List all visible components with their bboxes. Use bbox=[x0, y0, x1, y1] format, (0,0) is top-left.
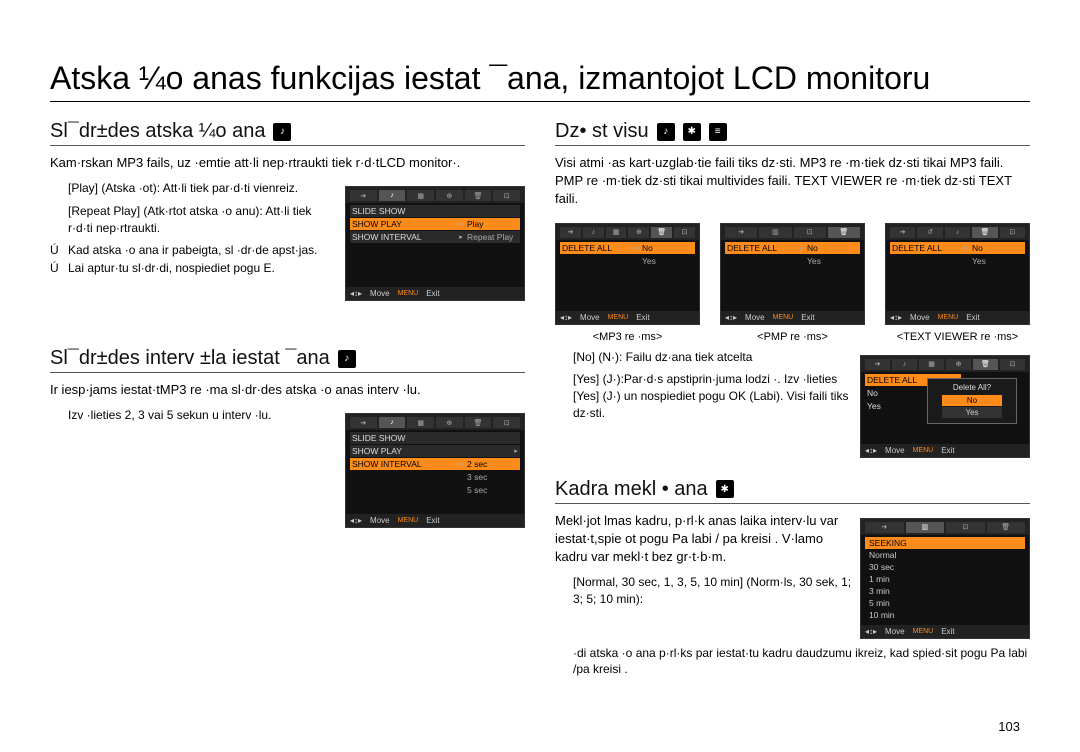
music-icon: ♪ bbox=[657, 123, 675, 141]
tab-icon: ⊡ bbox=[493, 417, 520, 428]
section-title: Sl¯dr±des atska ¼o ana bbox=[50, 120, 265, 143]
lcd-slideshow-play: ➔ ♪ ▦ ⊕ 🗑 ⊡ SLIDE SHOW SHOW PLAY▸Play SH… bbox=[345, 186, 525, 301]
section-slideshow-playback: Sl¯dr±des atska ¼o ana ♪ bbox=[50, 120, 525, 146]
seek-row: 10 min bbox=[865, 609, 1025, 621]
caption-pmp: <PMP re ·ms> bbox=[720, 331, 865, 343]
seek-row: 1 min bbox=[865, 573, 1025, 585]
option-seek-desc: ·di atska ·o ana p·rl·ks par iestat·tu k… bbox=[573, 645, 1030, 679]
option-yes: [Yes] (J·):Par·d·s apstiprin·juma lodzi … bbox=[573, 371, 852, 421]
body-text: Ir iesp·jams iestat·tMP3 re ·ma sl·dr·de… bbox=[50, 381, 525, 399]
right-column: Dz• st visu ♪ ✱ ≡ Visi atmi ·as kart·uzg… bbox=[555, 120, 1030, 684]
lcd-delete-confirm: ➔ ♪ ▦ ⊕ 🗑 ⊡ DELETE ALL No Yes Delete All… bbox=[860, 355, 1030, 458]
lcd-delete-pmp: ➔ ▥ ⊡ 🗑 DELETE ALL▸No Yes ◂↕▸Move MENUEx… bbox=[720, 223, 865, 325]
popup-no-button[interactable]: No bbox=[942, 395, 1002, 406]
page-title: Atska ¼o anas funkcijas iestat ¯ana, izm… bbox=[50, 60, 1030, 102]
option-repeat: [Repeat Play] (Atk·rtot atska ·o anu): A… bbox=[68, 203, 337, 237]
body-text: Visi atmi ·as kart·uzglab·tie faili tiks… bbox=[555, 154, 1030, 209]
tab-icon: ⊕ bbox=[436, 190, 463, 201]
tab-icon: ▦ bbox=[407, 190, 434, 201]
option-play: [Play] (Atska ·ot): Att·li tiek par·d·ti… bbox=[68, 180, 337, 197]
lcd-delete-text: ➔ ↺ ♪ 🗑 ⊡ DELETE ALL▸No Yes ◂↕▸Move MENU… bbox=[885, 223, 1030, 325]
nav-arrows-icon: ◂↕▸ bbox=[350, 516, 362, 525]
tab-icon: ⊡ bbox=[493, 190, 520, 201]
page-number: 103 bbox=[998, 719, 1020, 734]
option-no: [No] (N·): Failu dz·ana tiek atcelta bbox=[573, 349, 852, 366]
tab-icon: ▦ bbox=[407, 417, 434, 428]
tab-icon: ⊕ bbox=[436, 417, 463, 428]
tab-icon: ♪ bbox=[379, 417, 406, 428]
lcd-seeking: ➔ ▥ ⊡ 🗑 SEEKING Normal 30 sec 1 min 3 mi… bbox=[860, 518, 1030, 639]
film-icon: ✱ bbox=[683, 123, 701, 141]
seek-row: 30 sec bbox=[865, 561, 1025, 573]
left-column: Sl¯dr±des atska ¼o ana ♪ Kam·rskan MP3 f… bbox=[50, 120, 525, 684]
confirm-popup: Delete All? No Yes bbox=[927, 378, 1017, 424]
body-text: Mekl·jot lmas kadru, p·rl·k anas laika i… bbox=[555, 512, 852, 567]
tab-icon: 🗑 bbox=[465, 417, 492, 428]
text-icon: ≡ bbox=[709, 123, 727, 141]
tab-icon: ➔ bbox=[350, 190, 377, 201]
tab-icon: ♪ bbox=[379, 190, 406, 201]
bullet-2: ÚLai aptur·tu sl·dr·di, nospiediet pogu … bbox=[50, 261, 337, 275]
bullet-1: ÚKad atska ·o ana ir pabeigta, sl ·dr·de… bbox=[50, 243, 337, 257]
tab-icon: ➔ bbox=[350, 417, 377, 428]
option-interval: Izv ·lieties 2, 3 vai 5 sekun u interv ·… bbox=[68, 407, 337, 424]
section-delete-all: Dz• st visu ♪ ✱ ≡ bbox=[555, 120, 1030, 146]
option-seek-values: [Normal, 30 sec, 1, 3, 5, 10 min] (Norm·… bbox=[573, 574, 852, 608]
caption-text: <TEXT VIEWER re ·ms> bbox=[885, 331, 1030, 343]
tab-icon: 🗑 bbox=[465, 190, 492, 201]
film-icon: ✱ bbox=[716, 480, 734, 498]
lcd-delete-mp3: ➔ ♪ ▦ ⊕ 🗑 ⊡ DELETE ALL▸No Yes ◂↕▸Move bbox=[555, 223, 700, 325]
section-title: Sl¯dr±des interv ±la iestat ¯ana bbox=[50, 347, 330, 370]
section-title: Dz• st visu bbox=[555, 120, 649, 143]
section-frame-search: Kadra mekl • ana ✱ bbox=[555, 478, 1030, 504]
seek-row: SEEKING bbox=[865, 537, 1025, 549]
lcd-slideshow-interval: ➔ ♪ ▦ ⊕ 🗑 ⊡ SLIDE SHOW SHOW PLAY▸ SHOW I… bbox=[345, 413, 525, 528]
popup-yes-button[interactable]: Yes bbox=[942, 407, 1002, 418]
seek-row: 5 min bbox=[865, 597, 1025, 609]
body-text: Kam·rskan MP3 fails, uz ·emtie att·li ne… bbox=[50, 154, 525, 172]
music-icon: ♪ bbox=[338, 350, 356, 368]
caption-mp3: <MP3 re ·ms> bbox=[555, 331, 700, 343]
section-slideshow-interval: Sl¯dr±des interv ±la iestat ¯ana ♪ bbox=[50, 347, 525, 373]
nav-arrows-icon: ◂↕▸ bbox=[350, 289, 362, 298]
seek-row: 3 min bbox=[865, 585, 1025, 597]
seek-row: Normal bbox=[865, 549, 1025, 561]
section-title: Kadra mekl • ana bbox=[555, 478, 708, 501]
music-icon: ♪ bbox=[273, 123, 291, 141]
